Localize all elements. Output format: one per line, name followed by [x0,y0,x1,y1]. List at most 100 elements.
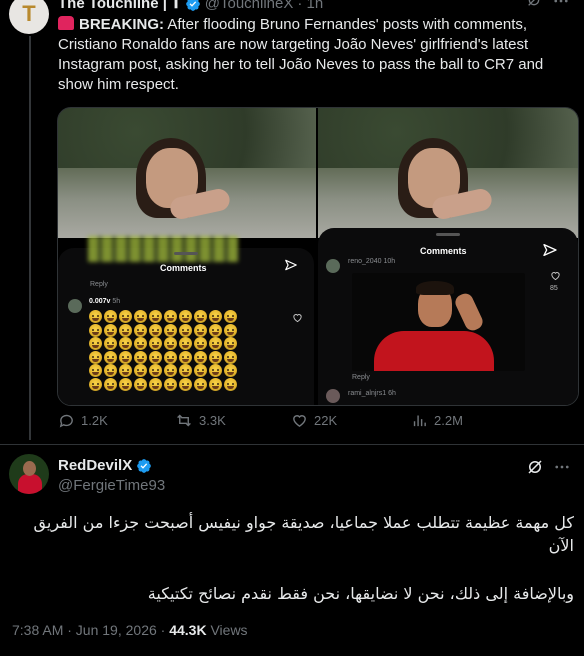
reply-handle[interactable]: @FergieTime93 [58,477,165,494]
commenter-avatar [326,389,340,403]
emoji-face-icon [89,337,102,350]
like-button[interactable]: 22K [291,412,337,429]
emoji-face-icon [194,323,207,337]
heart-icon [550,268,561,286]
emoji-face-icon [179,323,192,337]
emoji-face-icon [179,364,192,377]
tweet-media[interactable]: Comments Reply 0.007v 5h Comments reno_2… [57,107,579,406]
verified-badge-icon [136,458,152,474]
reply-icon [59,414,73,428]
emoji-face-icon [209,323,222,337]
views-icon [413,415,426,427]
reply-count: 1.2K [81,413,108,428]
author-name[interactable]: RedDevilX [58,457,132,474]
filter-icon [542,242,558,263]
emoji-face-icon [104,310,117,323]
emoji-face-icon [134,350,147,364]
emoji-face-icon [209,350,222,364]
emoji-face-icon [119,323,132,337]
thread-line [29,36,31,440]
touchline-avatar[interactable]: T [9,0,49,34]
emoji-face-icon [209,310,222,323]
grok-icon[interactable] [526,0,542,13]
emoji-face-icon [179,310,192,323]
tweet-time[interactable]: · 1h [297,0,323,12]
emoji-face-icon [89,310,102,323]
emoji-face-icon [149,337,162,350]
emoji-face-icon [224,323,237,337]
commenter-avatar [68,299,82,313]
repost-icon [177,414,191,427]
breaking-label: BREAKING: [79,16,164,33]
emoji-face-icon [119,377,132,391]
emoji-face-icon [104,350,117,364]
emoji-face-icon [134,337,147,350]
reddevilx-avatar[interactable] [9,454,49,494]
emoji-face-icon [194,310,207,323]
emoji-face-icon [164,323,177,337]
media-image-right[interactable]: Comments reno_2040 10h 85 Reply rami_aln… [318,108,578,405]
timestamp[interactable]: 7:38 AM · Jun 19, 2026 · [12,622,169,638]
tweet-actions: 1.2K 3.3K 22K 2.2M [58,412,568,432]
emoji-face-icon [164,377,177,391]
media-image-left[interactable]: Comments Reply 0.007v 5h [58,108,316,405]
emoji-face-icon [104,337,117,350]
tweet-body: BREAKING: After flooding Bruno Fernandes… [58,15,558,95]
views-count: 2.2M [434,413,463,428]
emoji-face-icon [164,364,177,377]
views-label: Views [206,622,248,638]
emoji-face-icon [89,364,102,377]
emoji-face-icon [119,350,132,364]
commenter-name: 0.007v 5h [89,298,121,305]
emoji-face-icon [149,364,162,377]
emoji-face-icon [134,310,147,323]
more-icon[interactable] [552,0,570,15]
emoji-face-icon [194,350,207,364]
emoji-face-icon [224,350,237,364]
emoji-face-icon [209,337,222,350]
emoji-face-icon [119,310,132,323]
sheet-handle [174,252,198,255]
filter-icon [284,258,298,277]
like-count: 22K [314,413,338,428]
commenter-avatar [326,259,340,273]
tweet-header: The Touchline | 𝐓 @TouchlineX · 1h [58,0,323,12]
emoji-face-icon [164,350,177,364]
divider [0,444,584,445]
emoji-face-icon [89,377,102,391]
author-handle[interactable]: @TouchlineX [205,0,294,12]
reply-author: RedDevilX [58,457,152,474]
reply-button[interactable]: 1.2K [58,412,108,429]
emoji-face-icon [89,350,102,364]
emoji-grid [89,310,238,391]
siren-icon [58,16,74,30]
emoji-face-icon [209,377,222,391]
emoji-face-icon [149,377,162,391]
emoji-face-icon [209,364,222,377]
grok-icon[interactable] [526,458,544,481]
ronaldo-image [352,273,525,371]
emoji-face-icon [179,337,192,350]
heart-icon [292,310,303,328]
emoji-face-icon [194,377,207,391]
author-name[interactable]: The Touchline | 𝐓 [58,0,181,12]
reply-label-left: Reply [90,281,108,288]
views-button[interactable]: 2.2M [411,412,463,429]
blurred-emoji-row [88,236,238,262]
emoji-face-icon [194,337,207,350]
reply-text-line1: كل مهمة عظيمة تتطلب عملا جماعيا، صديقة ج… [33,513,574,555]
emoji-face-icon [179,350,192,364]
emoji-face-icon [149,350,162,364]
verified-badge-icon [185,0,201,12]
repost-button[interactable]: 3.3K [175,412,226,429]
reply-meta: 7:38 AM · Jun 19, 2026 · 44.3K Views [12,622,248,638]
emoji-face-icon [119,364,132,377]
emoji-face-icon [104,323,117,337]
avatar-letter: T [22,1,36,26]
emoji-face-icon [134,323,147,337]
emoji-face-icon [89,323,102,337]
views-count: 44.3K [169,622,207,638]
more-icon[interactable] [553,458,571,481]
emoji-face-icon [149,323,162,337]
emoji-face-icon [149,310,162,323]
